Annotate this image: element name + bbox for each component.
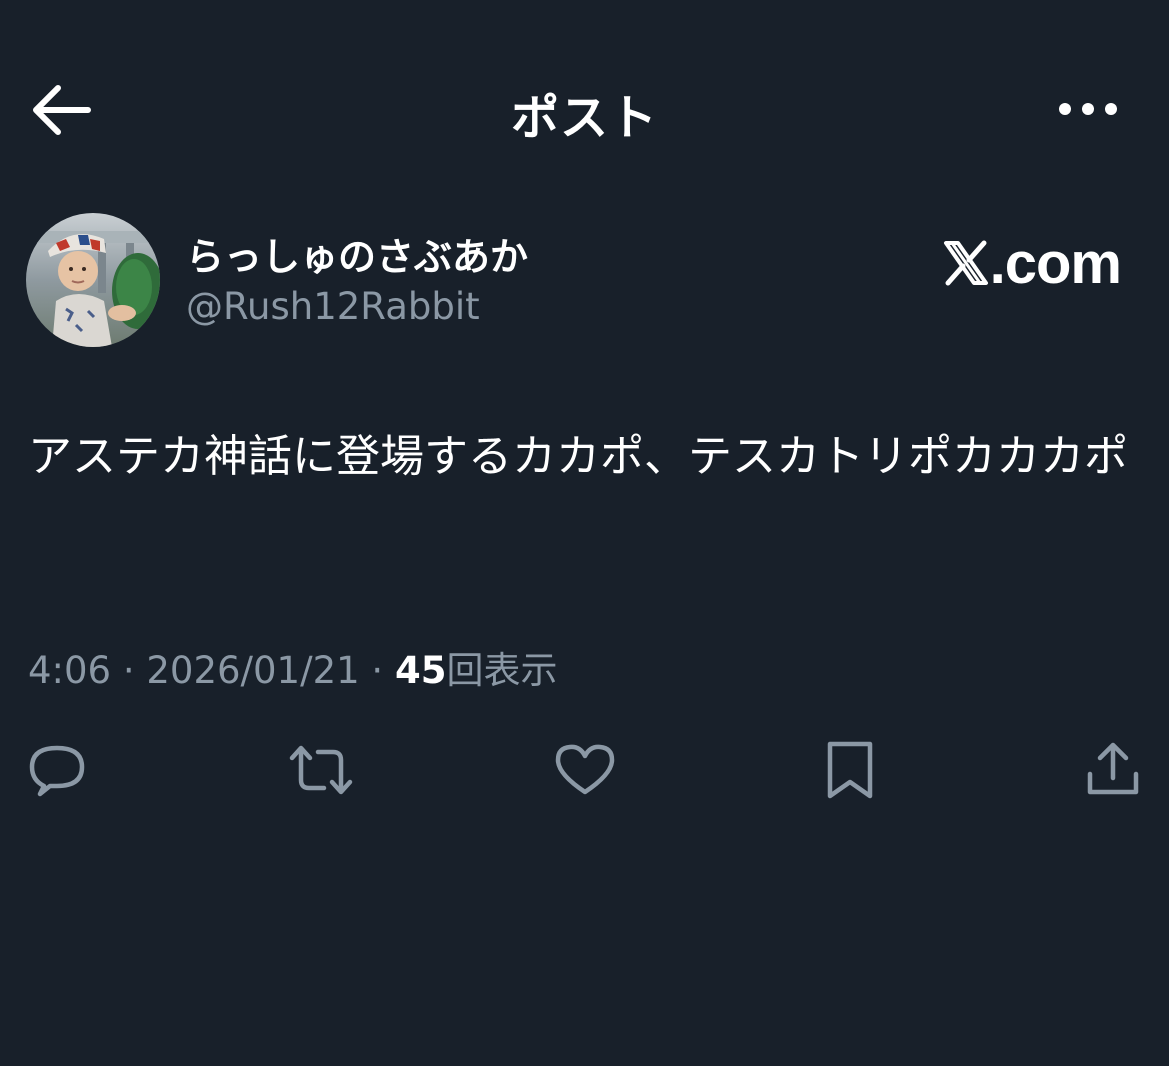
post-body: アステカ神話に登場するカカポ、テスカトリポカカカポ xyxy=(28,431,1128,482)
heart-icon xyxy=(555,744,615,795)
views-count[interactable]: 45 xyxy=(395,649,447,692)
repost-icon xyxy=(289,745,353,795)
bookmark-button[interactable] xyxy=(820,740,882,800)
like-button[interactable] xyxy=(554,740,616,800)
brand-text: .com xyxy=(989,230,1122,296)
repost-button[interactable] xyxy=(288,740,353,800)
action-bar xyxy=(0,740,1169,800)
post-time[interactable]: 4:06 xyxy=(28,649,111,692)
meta-separator: · xyxy=(359,649,395,692)
page-title: ポスト xyxy=(510,90,658,146)
reply-button[interactable] xyxy=(26,740,88,800)
bookmark-icon xyxy=(827,741,873,799)
top-bar: ポスト xyxy=(0,0,1169,220)
post-meta: 4:06 · 2026/01/21 · 45回表示 xyxy=(28,640,557,694)
avatar-photo xyxy=(26,213,160,347)
brand-watermark: .com xyxy=(942,230,1122,296)
share-icon xyxy=(1087,742,1139,795)
meta-separator: · xyxy=(111,649,147,692)
avatar[interactable] xyxy=(26,213,160,347)
author-display-name[interactable]: らっしゅのさぶあか xyxy=(186,226,528,281)
views-label[interactable]: 回表示 xyxy=(446,649,557,692)
post-date[interactable]: 2026/01/21 xyxy=(146,649,359,692)
more-button[interactable] xyxy=(1057,96,1119,122)
author-handle[interactable]: @Rush12Rabbit xyxy=(186,285,480,328)
x-logo-icon xyxy=(943,240,988,286)
more-horizontal-icon xyxy=(1059,103,1117,115)
share-button[interactable] xyxy=(1084,740,1146,800)
reply-icon xyxy=(29,745,85,797)
